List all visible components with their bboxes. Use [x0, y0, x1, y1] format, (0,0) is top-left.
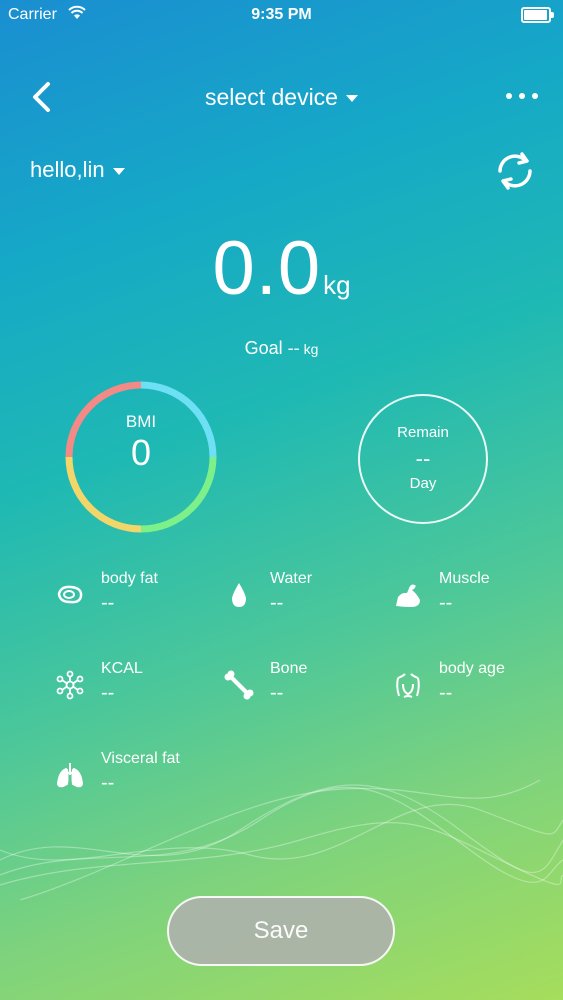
device-selector-label: select device — [205, 84, 338, 110]
metric-value: -- — [270, 682, 284, 704]
metric-value: -- — [101, 682, 115, 704]
metric-water: Water -- — [224, 570, 384, 620]
bmi-label: BMI — [125, 412, 157, 431]
metric-kcal: KCAL -- — [55, 660, 215, 710]
metric-body-age: body age -- — [393, 660, 553, 710]
caret-down-icon — [345, 95, 358, 103]
weight-value: 0.0 — [212, 226, 322, 311]
metric-label: body age — [439, 660, 505, 677]
muscle-arm-icon — [396, 584, 420, 607]
goal-unit: kg — [303, 341, 319, 357]
weight-unit: kg — [323, 270, 351, 300]
user-greeting: hello,lin — [30, 157, 105, 182]
metric-label: Muscle — [439, 570, 490, 587]
goal-value: -- — [287, 338, 300, 358]
device-selector: select device — [0, 84, 563, 111]
remain-unit: Day — [409, 475, 437, 492]
weight-display: 0.0kg — [0, 225, 563, 312]
metric-muscle: Muscle -- — [393, 570, 553, 620]
metric-body-fat: body fat -- — [55, 570, 215, 620]
battery-icon — [521, 7, 554, 23]
status-bar: Carrier 9:35 PM — [0, 0, 563, 30]
molecule-icon — [56, 670, 84, 700]
goal-line: Goal -- kg — [0, 338, 563, 359]
goal-label: Goal — [244, 338, 283, 358]
metric-label: KCAL — [101, 660, 143, 677]
metric-label: Water — [270, 570, 313, 587]
water-drop-icon — [232, 583, 246, 607]
status-time: 9:35 PM — [251, 6, 312, 23]
metric-label: Bone — [270, 660, 308, 677]
decorative-waves — [0, 779, 563, 900]
remain-value: -- — [415, 446, 431, 471]
metric-value: -- — [439, 592, 453, 614]
metric-label: body fat — [101, 570, 158, 587]
sync-icon[interactable] — [492, 148, 538, 194]
body-outline-icon — [396, 673, 420, 698]
metric-value: -- — [101, 592, 115, 614]
user-switcher[interactable]: hello,lin — [30, 157, 125, 183]
meat-icon — [57, 585, 83, 604]
caret-down-icon — [112, 167, 125, 175]
bone-icon — [224, 670, 254, 700]
remain-label: Remain — [397, 424, 449, 441]
metric-bone: Bone -- — [224, 660, 384, 710]
select-device-dropdown[interactable]: select device — [205, 84, 358, 110]
metric-value: -- — [439, 682, 453, 704]
save-button[interactable]: Save — [167, 896, 395, 966]
bmi-value: 0 — [130, 432, 152, 473]
metric-value: -- — [270, 592, 284, 614]
more-options-icon[interactable] — [504, 86, 540, 106]
